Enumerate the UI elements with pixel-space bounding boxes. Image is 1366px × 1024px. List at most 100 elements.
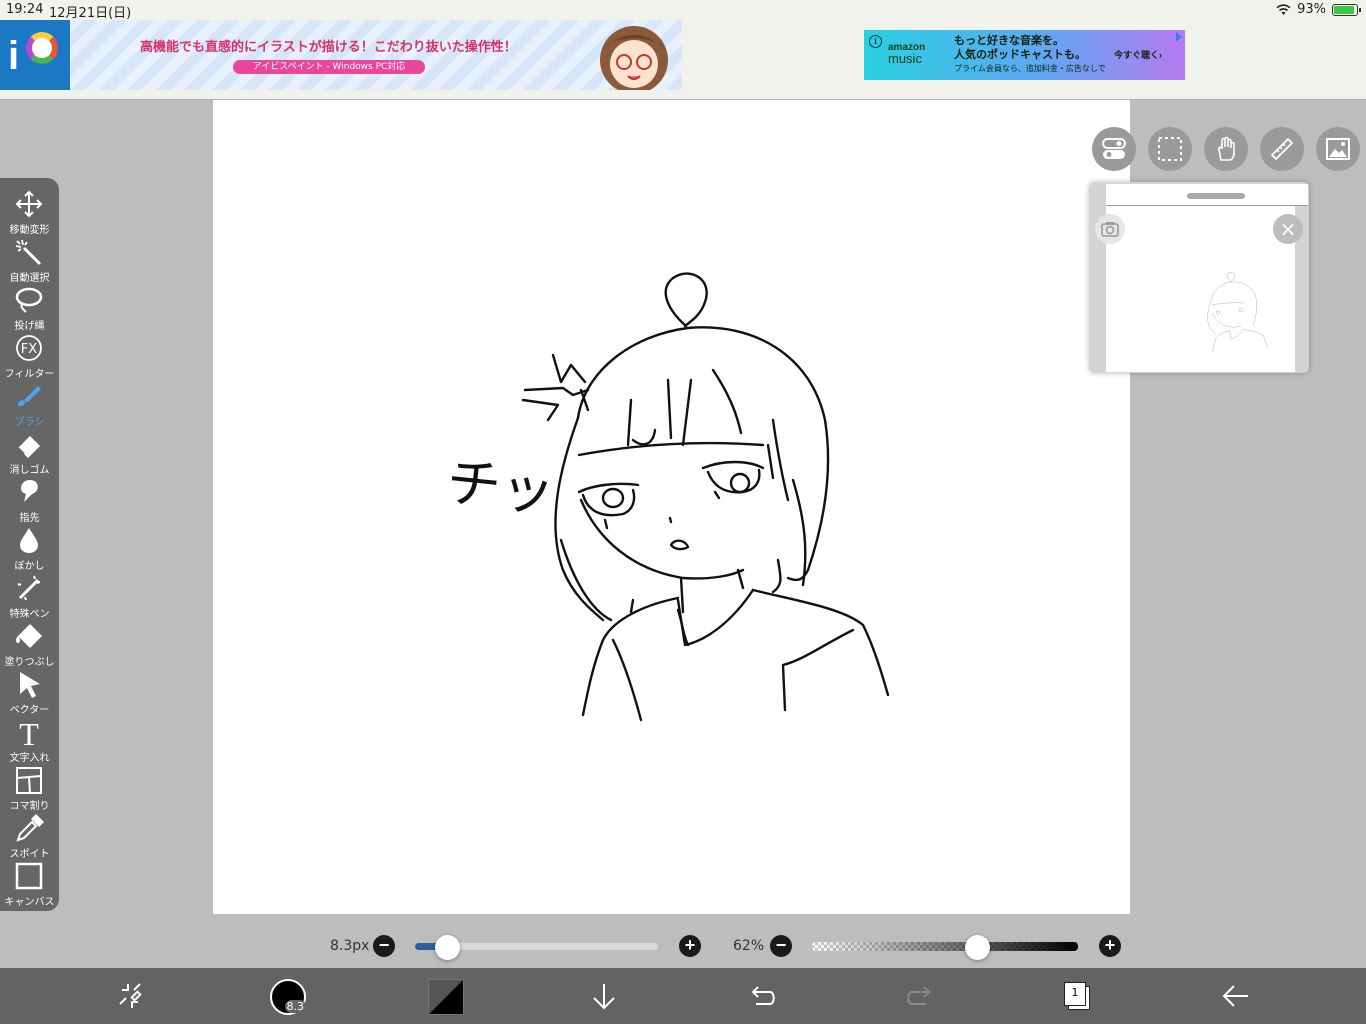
ad-subline: アイビスペイント - Windows PC対応 <box>233 60 425 74</box>
text-icon: T <box>19 718 39 746</box>
brush-size-value: 8.3px <box>330 938 370 954</box>
special-pen-icon <box>17 575 41 601</box>
minus-icon: − <box>775 935 787 955</box>
brush-eraser-swap-button[interactable] <box>112 978 148 1014</box>
tool-lasso[interactable]: 投げ縄 <box>0 280 59 332</box>
tool-eraser[interactable]: 消しゴム <box>0 424 59 476</box>
navigator-thumbnail <box>1207 272 1268 352</box>
tool-text[interactable]: T 文字入れ <box>0 712 59 764</box>
brush-size-increase-button[interactable]: + <box>679 935 701 957</box>
move-transform-icon <box>15 190 43 218</box>
tool-blur-drop[interactable]: ぼかし <box>0 520 59 572</box>
back-button[interactable] <box>1218 978 1254 1014</box>
image-button[interactable] <box>1316 127 1360 171</box>
camera-icon <box>1101 222 1119 237</box>
tool-fill-bucket[interactable]: 塗りつぶし <box>0 616 59 668</box>
navigator-window[interactable]: × <box>1089 182 1309 373</box>
status-time: 19:24 <box>6 2 44 17</box>
ad-headline: 高機能でも直感的にイラストが描ける！こだわり抜いた操作性！ <box>140 39 517 54</box>
tool-smudge-finger[interactable]: 指先 <box>0 472 59 524</box>
navigator-handle-bar[interactable] <box>1106 184 1308 206</box>
eyedropper-icon <box>16 814 44 842</box>
tool-canvas[interactable]: キャンバス <box>0 856 59 908</box>
arrow-down-icon <box>593 984 615 1010</box>
ad-cta[interactable]: 今すぐ聴く› <box>1114 48 1162 61</box>
opacity-increase-button[interactable]: + <box>1099 935 1121 957</box>
wifi-icon <box>1276 3 1291 15</box>
bottom-toolbar: 8.3 1 <box>0 968 1366 1024</box>
frame-divider-icon <box>16 767 42 794</box>
svg-text:FX: FX <box>21 342 37 357</box>
banner-ad-amazon-music[interactable]: i amazon music もっと好きな音楽を。 人気のポッドキャストも。 プ… <box>864 30 1185 80</box>
status-date: 12月21日(日) <box>49 6 132 21</box>
eraser-icon <box>17 436 40 458</box>
undo-button[interactable] <box>744 978 780 1014</box>
smudge-finger-icon <box>21 480 38 502</box>
brush-size-badge: 8.3 <box>284 1000 306 1013</box>
selection-button[interactable] <box>1148 127 1192 171</box>
tool-fx-filter[interactable]: FX フィルター <box>0 328 59 380</box>
plus-icon: + <box>684 935 696 955</box>
navigator-close-button[interactable]: × <box>1273 214 1303 244</box>
brush-preview-button[interactable]: 8.3 <box>270 979 306 1015</box>
tool-label: キャンバス <box>4 897 55 908</box>
navigator-preview[interactable] <box>1106 206 1295 372</box>
tool-palette: 移動変形 自動選択 投げ縄 FX フィルター ブラシ 消しゴム 指先 ぼかし 特殊ペン 塗りつぶしベ… <box>0 178 59 911</box>
magic-wand-icon <box>15 239 42 266</box>
ad-copy: もっと好きな音楽を。 人気のポッドキャストも。 プライム会員なら、追加料金・広告… <box>954 35 1106 73</box>
banner-ad-ibispaint[interactable]: 高機能でも直感的にイラストが描ける！こだわり抜いた操作性！ アイビスペイント -… <box>70 20 682 90</box>
adchoices-icon[interactable] <box>1176 32 1182 42</box>
color-button[interactable] <box>428 979 464 1015</box>
tool-move-transform[interactable]: 移動変形 <box>0 184 59 236</box>
brush-slider-row: 8.3px − + 62% − + <box>0 928 1366 966</box>
lasso-icon <box>15 287 43 313</box>
toggle-button[interactable] <box>1092 127 1136 171</box>
status-right: 93% <box>1276 2 1361 17</box>
drawing-canvas[interactable]: チッ <box>213 100 1130 914</box>
hand-icon <box>1218 136 1235 161</box>
selection-icon <box>1158 137 1182 161</box>
ruler-icon <box>1270 137 1294 161</box>
sketch-illustration: チッ <box>444 272 890 722</box>
brush-size-decrease-button[interactable]: − <box>373 935 395 957</box>
tool-frame-divider[interactable]: コマ割り <box>0 760 59 812</box>
redo-icon <box>907 986 931 1005</box>
svg-text:T: T <box>19 718 39 746</box>
ad-info-icon[interactable]: i <box>869 35 882 48</box>
hand-tool-button[interactable] <box>1204 127 1248 171</box>
tool-special-pen[interactable]: 特殊ペン <box>0 568 59 620</box>
tool-vector-arrow[interactable]: ベクター <box>0 664 59 716</box>
canvas-icon <box>15 862 43 890</box>
opacity-decrease-button[interactable]: − <box>770 935 792 957</box>
plus-icon: + <box>1104 935 1116 955</box>
tool-magic-wand[interactable]: 自動選択 <box>0 232 59 284</box>
battery-icon <box>1332 3 1361 16</box>
battery-percent: 93% <box>1297 2 1326 17</box>
brush-size-slider-knob[interactable] <box>434 935 460 960</box>
arrow-left-icon <box>1222 985 1248 1007</box>
tool-eyedropper[interactable]: スポイト <box>0 808 59 860</box>
navigator-camera-button[interactable] <box>1095 214 1125 244</box>
minus-icon: − <box>378 935 390 955</box>
amazon-music-logo: amazon music <box>888 42 926 66</box>
onomatopoeia-text: チッ <box>444 450 558 524</box>
close-icon: × <box>1279 217 1297 241</box>
navigator-drag-handle[interactable] <box>1187 193 1245 199</box>
undo-icon <box>751 986 775 1005</box>
fill-bucket-icon <box>16 624 42 648</box>
ibispaint-logo[interactable]: i <box>0 20 70 90</box>
ruler-button[interactable] <box>1260 127 1304 171</box>
download-button[interactable] <box>586 978 622 1014</box>
tool-brush[interactable]: ブラシ <box>0 376 59 428</box>
layers-button[interactable]: 1 <box>1064 982 1086 1006</box>
brush-opacity-value: 62% <box>733 938 765 954</box>
opacity-slider-knob[interactable] <box>964 935 990 960</box>
ad-character-illustration <box>600 26 668 90</box>
status-bar: 19:24 12月21日(日) 93% <box>0 0 1366 21</box>
blur-drop-icon <box>20 528 38 553</box>
image-icon <box>1326 138 1350 160</box>
redo-button[interactable] <box>902 978 938 1014</box>
toggle-icon <box>1102 138 1126 159</box>
opacity-slider[interactable] <box>812 942 1078 951</box>
vector-arrow-icon <box>20 672 40 698</box>
